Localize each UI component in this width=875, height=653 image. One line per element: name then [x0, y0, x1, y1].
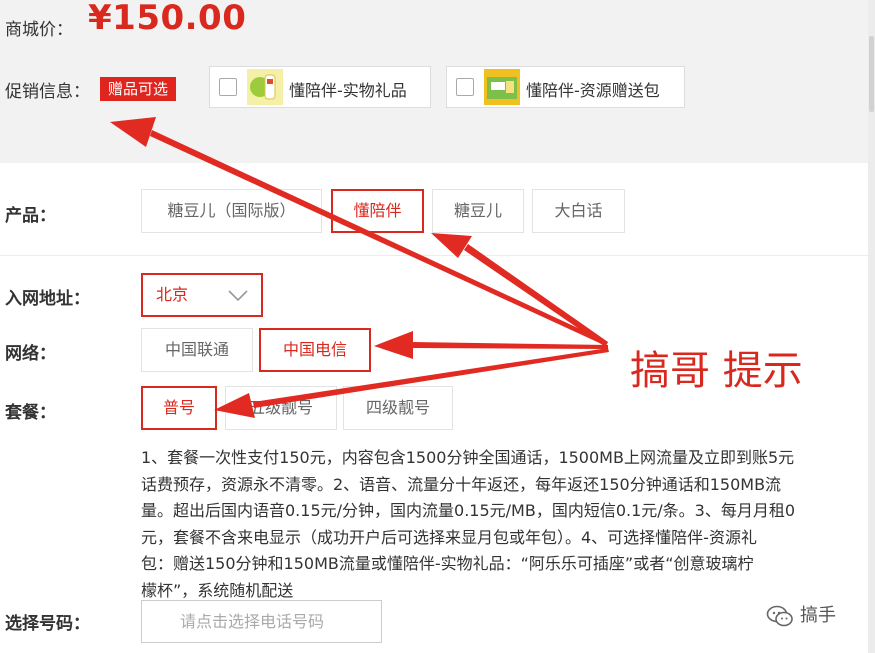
product-option-dabaihua[interactable]: 大白话	[532, 189, 625, 233]
chevron-down-icon	[228, 290, 248, 302]
gift-resource-thumbnail	[484, 69, 520, 105]
watermark-text: 搞手	[800, 605, 836, 626]
annotation-text: 搞哥 提示	[630, 348, 803, 394]
gift-checkbox[interactable]	[456, 78, 474, 96]
price-label: 商城价：	[5, 20, 73, 40]
gift-checkbox[interactable]	[219, 78, 237, 96]
promo-badge: 赠品可选	[100, 77, 177, 101]
plan-label: 套餐：	[5, 403, 56, 423]
plan-description-line: 元，套餐不含来电显示（成功开户后可选择来显月包或年包）。4、可选择懂陪伴-资源礼	[141, 527, 757, 547]
arrowhead-to-network-option	[374, 331, 413, 359]
gift-option-product[interactable]: 懂陪伴-实物礼品	[209, 66, 431, 108]
gift-option-label: 懂陪伴-实物礼品	[289, 81, 407, 100]
phone-number-input[interactable]: 请点击选择电话号码	[141, 600, 382, 643]
scrollbar-thumb[interactable]	[869, 36, 874, 112]
section-divider	[0, 255, 868, 256]
product-option-dongpeiban[interactable]: 懂陪伴	[331, 189, 424, 233]
network-option-unicom[interactable]: 中国联通	[141, 328, 253, 372]
plan-description-line: 1、套餐一次性支付150元，内容包含1500分钟全国通话，1500MB上网流量及…	[141, 448, 795, 467]
plan-description: 1、套餐一次性支付150元，内容包含1500分钟全国通话，1500MB上网流量及…	[141, 445, 871, 604]
promo-label: 促销信息：	[5, 82, 90, 102]
arrow-to-product-option	[464, 244, 608, 346]
plan-description-line: 话费预存，资源永不清零。2、语音、流量分十年返还，每年返还150分钟通话和150…	[141, 474, 782, 494]
plan-option-level4[interactable]: 四级靓号	[343, 386, 453, 430]
product-label: 产品：	[5, 206, 56, 226]
arrow-to-network-option	[412, 342, 608, 349]
network-option-telecom[interactable]: 中国电信	[259, 328, 371, 372]
product-option-tangdouer-intl[interactable]: 糖豆儿（国际版）	[141, 189, 322, 233]
plan-description-line: 量。超出后国内语音0.15元/分钟，国内流量0.15元/MB，国内短信0.1元/…	[141, 501, 796, 520]
gift-option-label: 懂陪伴-资源赠送包	[526, 81, 660, 100]
plan-option-level5[interactable]: 五级靓号	[225, 386, 337, 430]
address-label: 入网地址：	[5, 289, 90, 309]
network-label: 网络：	[5, 344, 56, 364]
phone-label: 选择号码：	[5, 614, 90, 634]
plan-option-standard[interactable]: 普号	[141, 386, 217, 430]
plan-description-line: 包：赠送150分钟和150MB流量或懂陪伴-实物礼品：“阿乐乐可插座”或者“创意…	[141, 554, 754, 573]
price-value: ¥150.00	[88, 0, 247, 38]
address-value: 北京	[156, 285, 189, 304]
gift-product-thumbnail	[247, 69, 283, 105]
product-option-tangdouer[interactable]: 糖豆儿	[432, 189, 524, 233]
address-select[interactable]: 北京	[141, 273, 263, 317]
gift-option-resource[interactable]: 懂陪伴-资源赠送包	[446, 66, 685, 108]
watermark: 搞手	[766, 601, 836, 627]
wechat-icon	[766, 605, 793, 627]
